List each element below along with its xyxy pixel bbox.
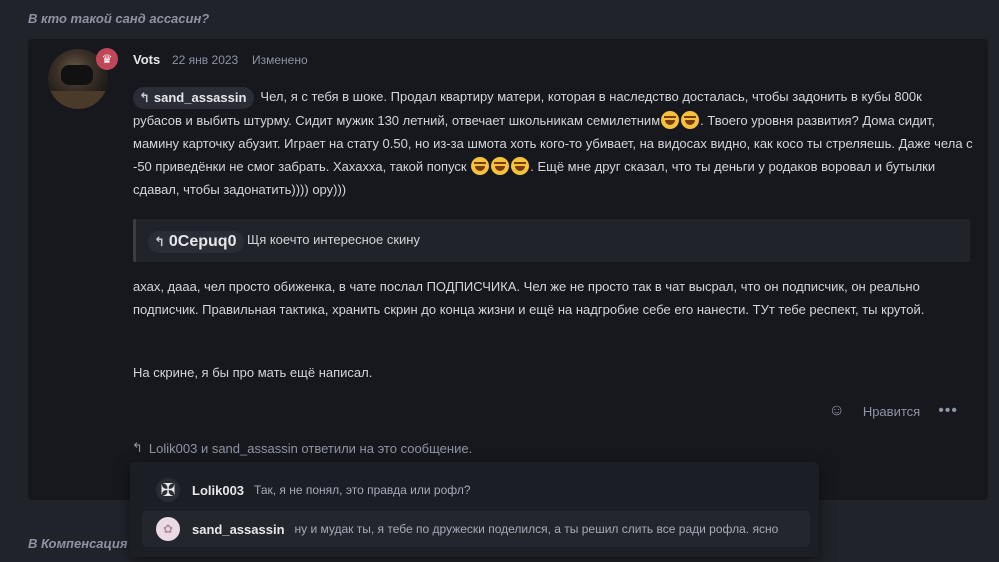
reply-avatar: ✠ — [156, 478, 180, 502]
reply-author[interactable]: sand_assassin — [192, 522, 285, 537]
reply-text: Так, я не понял, это правда или рофл? — [254, 483, 471, 497]
mention-quote-author[interactable]: ↰ 0Cepuq0 — [148, 231, 245, 253]
emoji-laugh-icon — [681, 110, 700, 129]
post-body: ↰ sand_assassin Чел, я с тебя в шоке. Прод… — [133, 85, 973, 201]
reply-row[interactable]: ✿ sand_assassin ну и мудак ты, я тебе по… — [142, 511, 810, 547]
avatar-visor — [61, 65, 93, 85]
post-card: ♛ Vots 22 янв 2023 Изменено ↰ sand_assass… — [28, 39, 988, 500]
reply-text: ну и мудак ты, я тебе по дружески подели… — [294, 522, 779, 536]
replied-text: Lolik003 и sand_assassin ответили на это… — [148, 440, 473, 456]
post-author[interactable]: Vots — [133, 52, 160, 67]
quote-mention-label: 0Cepuq0 — [168, 233, 237, 250]
quote-block[interactable]: ↰ 0Cepuq0 Щя коечто интересное скину — [133, 219, 970, 262]
anime-avatar-icon: ✿ — [162, 522, 174, 536]
post-actions: ☺ Нравится ••• — [828, 402, 958, 420]
edited-label: Изменено — [252, 53, 308, 67]
emoji-laugh-icon — [471, 156, 490, 175]
reply-icon: ↰ — [132, 440, 143, 455]
emoji-laugh-icon — [661, 110, 680, 129]
reply-author[interactable]: Lolik003 — [192, 483, 244, 498]
quote-text: Щя коечто интересное скину — [247, 232, 420, 247]
like-button[interactable]: Нравится — [863, 404, 920, 419]
cross-icon: ✠ — [160, 479, 176, 500]
react-icon[interactable]: ☺ — [828, 402, 844, 420]
mention-label: sand_assassin — [153, 90, 247, 106]
reply-icon: ↰ — [139, 90, 150, 106]
mention-sand-assassin[interactable]: ↰ sand_assassin — [133, 86, 255, 109]
replied-notice[interactable]: ↰ Lolik003 и sand_assassin ответили на э… — [132, 440, 472, 456]
more-icon[interactable]: ••• — [938, 402, 958, 420]
avatar-shoulder — [48, 91, 108, 109]
emoji-laugh-icon — [511, 156, 530, 175]
post-date[interactable]: 22 янв 2023 — [172, 53, 238, 67]
replies-popup: ✠ Lolik003 Так, я не понял, это правда и… — [130, 462, 819, 557]
reply-icon: ↰ — [154, 234, 165, 249]
thread-title[interactable]: В кто такой санд ассасин? — [28, 11, 209, 26]
reply-row[interactable]: ✠ Lolik003 Так, я не понял, это правда и… — [142, 472, 810, 508]
next-thread-title[interactable]: В Компенсация з — [28, 536, 138, 551]
post-paragraph-2: ахах, дааа, чел просто обиженка, в чате … — [133, 279, 925, 317]
reply-avatar: ✿ — [156, 517, 180, 541]
post-paragraph-3: На скрине, я бы про мать ещё написал. — [133, 365, 373, 380]
emoji-laugh-icon — [491, 156, 510, 175]
role-badge-icon: ♛ — [96, 48, 118, 70]
